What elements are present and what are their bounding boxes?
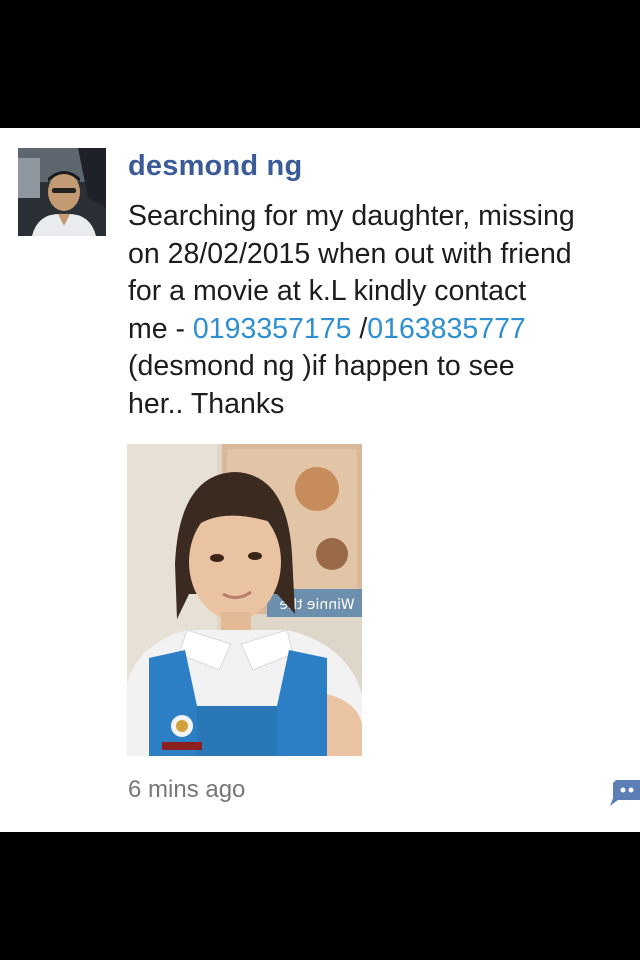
- message-line-6: her.. Thanks: [128, 387, 285, 420]
- phone-separator: /: [351, 312, 368, 345]
- message-line-3: for a movie at k.L kindly contact: [128, 275, 527, 308]
- message-line-5: (desmond ng )if happen to see: [128, 350, 515, 383]
- message-line-4-prefix: me -: [128, 312, 193, 345]
- profile-photo-icon: [18, 148, 106, 236]
- top-black-bar: [0, 0, 640, 128]
- phone-link-2[interactable]: 0163835777: [367, 313, 526, 345]
- chat-bubble-icon[interactable]: [610, 776, 640, 806]
- message-line-2: on 28/02/2015 when out with friend: [128, 237, 572, 270]
- avatar[interactable]: [18, 148, 106, 236]
- post-photo[interactable]: Winnie the: [127, 444, 362, 756]
- phone-link-1[interactable]: 0193357175: [193, 313, 352, 345]
- post-photo-image: Winnie the: [127, 444, 362, 756]
- message-line-1: Searching for my daughter, missing: [128, 200, 575, 232]
- post-timestamp: 6 mins ago: [128, 776, 246, 803]
- bottom-black-bar: [0, 832, 640, 960]
- author-name[interactable]: desmond ng: [128, 150, 302, 183]
- post-message: Searching for my daughter, missing on 28…: [128, 198, 640, 424]
- post-card: desmond ng Searching for my daughter, mi…: [0, 128, 640, 832]
